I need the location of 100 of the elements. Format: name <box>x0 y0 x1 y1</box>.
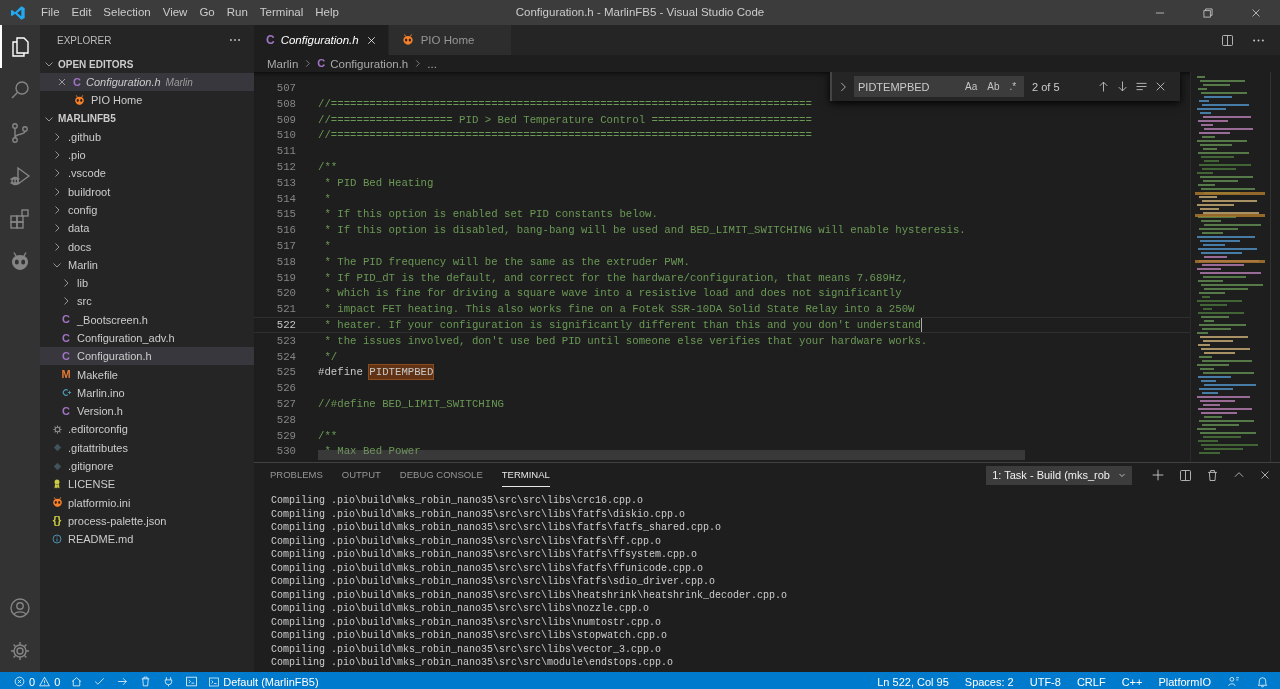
feedback-icon[interactable] <box>1227 675 1240 688</box>
line-number: 508 <box>275 96 296 111</box>
code-comment: //=========================================================================== <box>318 96 812 111</box>
tree-item[interactable]: Marlin.ino <box>40 383 254 403</box>
terminal-profile[interactable]: Default (MarlinFB5) <box>203 672 324 689</box>
breadcrumb-item[interactable]: ... <box>427 57 437 70</box>
open-editor-item[interactable]: C Configuration.h Marlin <box>40 73 254 92</box>
file-name: platformio.ini <box>68 496 131 509</box>
menu-item[interactable]: Terminal <box>253 0 310 25</box>
error-icon <box>13 675 26 688</box>
tree-item[interactable]: LICENSE <box>40 475 254 494</box>
tree-item[interactable]: data <box>40 219 254 238</box>
split-editor-icon[interactable] <box>1220 32 1235 48</box>
home-icon[interactable] <box>70 675 84 688</box>
editor-tab[interactable]: PIO Home <box>388 25 512 55</box>
tree-item[interactable]: C Configuration_adv.h <box>40 328 254 348</box>
text-cursor <box>920 317 922 332</box>
menu-item[interactable]: File <box>35 0 66 25</box>
code-comment: * the issues involved, don't use bed PID until someone else verifies that your hardware works. <box>323 333 928 348</box>
tree-item[interactable]: platformio.ini <box>40 493 254 512</box>
line-number: 526 <box>275 381 296 395</box>
menu-item[interactable]: Run <box>220 0 254 25</box>
editor-tab[interactable]: C Configuration.h <box>254 25 389 55</box>
previous-match-icon[interactable] <box>1096 79 1111 94</box>
breadcrumb-item[interactable]: Marlin <box>267 57 299 70</box>
terminal-select[interactable]: 1: Task - Build (mks_rob <box>986 465 1132 485</box>
panel-tab[interactable]: OUTPUT <box>341 463 381 487</box>
terminal-icon[interactable] <box>185 675 199 688</box>
tree-item[interactable]: .pio <box>40 145 254 165</box>
minimap-drawing[interactable] <box>1190 72 1271 462</box>
open-editor-item[interactable]: PIO Home <box>40 91 254 110</box>
status-item[interactable]: C++ <box>1116 672 1148 689</box>
status-item[interactable]: CRLF <box>1071 672 1111 689</box>
file-name: Configuration.h <box>77 350 152 363</box>
menu-item[interactable]: Help <box>309 0 345 25</box>
vertical-scrollbar[interactable] <box>1270 72 1280 462</box>
bell-icon[interactable] <box>1256 675 1269 688</box>
file-name: Marlin <box>68 258 98 271</box>
tree-item[interactable]: .github <box>40 127 254 146</box>
tree-item[interactable]: src <box>40 292 254 311</box>
arrow-icon[interactable] <box>116 675 130 688</box>
file-name: .pio <box>68 149 86 162</box>
tree-item[interactable]: .gitattributes <box>40 438 254 457</box>
letter-file-icon: C <box>317 58 326 69</box>
status-item[interactable]: PlatformIO <box>1153 672 1216 689</box>
trash-icon[interactable] <box>1205 467 1220 483</box>
new-terminal-icon[interactable] <box>1150 467 1166 483</box>
file-name: docs <box>68 240 92 253</box>
panel-tab[interactable]: DEBUG CONSOLE <box>399 463 483 487</box>
find-option-toggle[interactable]: .* <box>1006 80 1020 93</box>
tree-item[interactable]: buildroot <box>40 182 254 201</box>
tree-item[interactable]: lib <box>40 273 254 293</box>
code-comment: * If this option is disabled, bang-bang will be used and BED_LIMIT_SWITCHING will enable hysteresis. <box>323 223 966 237</box>
problems-indicator[interactable]: 0 0 <box>8 672 66 689</box>
find-option-toggle[interactable]: Aa <box>962 80 981 93</box>
letter-file-icon: M <box>61 369 71 381</box>
breadcrumb-item[interactable]: C Configuration.h <box>317 57 409 70</box>
tree-item[interactable]: Marlin <box>40 255 254 274</box>
tree-item[interactable]: .editorconfig <box>40 420 254 439</box>
status-item[interactable]: Ln 522, Col 95 <box>872 672 954 689</box>
menu-item[interactable]: Selection <box>97 0 157 25</box>
menu-item[interactable]: View <box>156 0 194 25</box>
code-comment: * heater. If your configuration is significantly different than this and you don't understand <box>323 317 921 332</box>
code-comment: * If this option is enabled set PID constants below. <box>323 207 658 222</box>
next-match-icon[interactable] <box>1115 79 1130 94</box>
extensions-icon[interactable] <box>8 206 32 231</box>
terminal-line: Compiling .pio\build\mks_robin_nano35\src\src\libs\fatfs\ff.cpp.o <box>271 534 663 548</box>
terminal-line: Compiling .pio\build\mks_robin_nano35\src\src\libs\nozzle.cpp.o <box>271 602 651 616</box>
file-name: buildroot <box>68 185 111 198</box>
file-name: Configuration.h <box>85 76 161 89</box>
find-field[interactable]: PIDTEMPBED Aa Ab .* <box>854 76 1024 97</box>
search-match: PIDTEMPBED <box>369 365 434 380</box>
match-count: 2 of 5 <box>1032 80 1061 93</box>
account-icon[interactable] <box>8 595 32 620</box>
tree-item[interactable]: .vscode <box>40 164 254 183</box>
split-terminal-icon[interactable] <box>1178 467 1193 483</box>
line-number: 514 <box>275 191 296 206</box>
tree-item[interactable]: {} process-palette.json <box>40 511 254 531</box>
file-name: .gitignore <box>68 460 114 473</box>
menu-item[interactable]: Edit <box>65 0 98 25</box>
code-comment: * If PID_dT is the default, and correct for the hardware/configuration, that means 7.689Hz, <box>323 270 909 285</box>
tree-item[interactable]: config <box>40 200 254 220</box>
tree-item[interactable]: M Makefile <box>40 365 254 384</box>
tree-item[interactable]: docs <box>40 237 254 256</box>
panel-tab[interactable]: PROBLEMS <box>270 463 323 487</box>
tree-item[interactable]: C Configuration.h <box>40 347 254 366</box>
tree-item[interactable]: C Version.h <box>40 402 254 421</box>
code-comment: /** <box>318 428 338 443</box>
status-item[interactable]: UTF-8 <box>1024 672 1066 689</box>
section-title[interactable]: OPEN EDITORS <box>58 58 134 70</box>
find-option-toggle[interactable]: Ab <box>984 80 1003 93</box>
panel-tab[interactable]: TERMINAL <box>501 463 550 487</box>
tree-item[interactable]: .gitignore <box>40 456 254 476</box>
tree-item[interactable]: README.md <box>40 530 254 549</box>
tree-item[interactable]: C _Bootscreen.h <box>40 310 254 329</box>
status-item[interactable]: Spaces: 2 <box>959 672 1019 689</box>
menu-item[interactable]: Go <box>193 0 221 25</box>
check-icon[interactable] <box>93 675 107 688</box>
restore-icon[interactable] <box>1201 5 1215 20</box>
section-title[interactable]: MARLINFB5 <box>58 113 116 125</box>
